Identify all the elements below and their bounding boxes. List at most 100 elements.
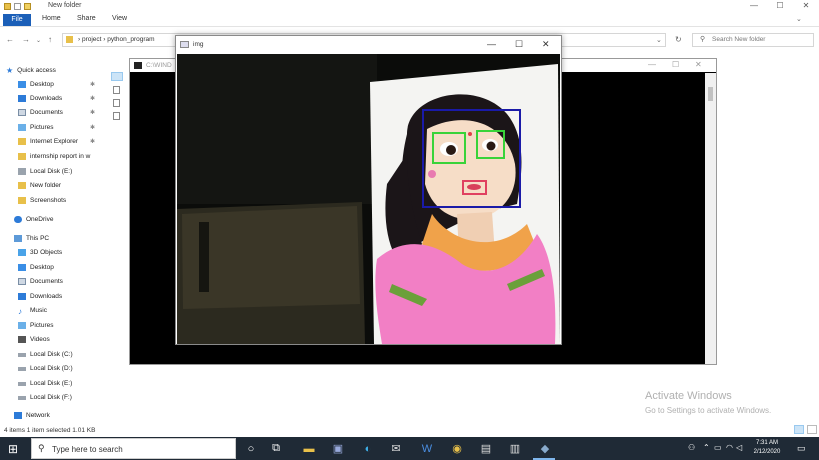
word-icon[interactable]: W xyxy=(418,440,436,457)
chevron-up-icon[interactable]: ⌃ xyxy=(703,443,710,452)
pictures-icon xyxy=(18,124,26,131)
search-icon: ⚲ xyxy=(700,36,706,43)
desktop-icon xyxy=(18,81,26,88)
cmd-maximize-button[interactable]: ☐ xyxy=(672,60,679,69)
nav-pc-local-disk-c[interactable]: Local Disk (C:) xyxy=(18,351,73,358)
address-dropdown-icon[interactable]: ⌄ xyxy=(656,36,662,44)
download-icon xyxy=(18,95,26,102)
nav-item-local-disk-e[interactable]: Local Disk (E:) xyxy=(18,168,72,175)
file-icon[interactable] xyxy=(113,99,120,107)
chevron-down-icon[interactable]: ⌄ xyxy=(796,15,802,23)
tab-file[interactable]: File xyxy=(3,14,31,26)
nav-pc-local-disk-d[interactable]: Local Disk (D:) xyxy=(18,365,73,372)
close-button[interactable]: ✕ xyxy=(793,0,819,12)
nav-pc-downloads[interactable]: Downloads xyxy=(18,293,62,300)
notification-icon[interactable]: ▭ xyxy=(797,443,806,454)
maximize-button[interactable]: ☐ xyxy=(767,0,793,12)
cube-icon xyxy=(18,249,26,256)
drive-icon xyxy=(18,395,26,400)
new-folder-icon[interactable] xyxy=(24,3,31,10)
properties-icon[interactable] xyxy=(14,3,21,10)
minimize-button[interactable]: — xyxy=(741,0,767,12)
tab-view[interactable]: View xyxy=(112,15,127,22)
volume-icon[interactable]: ◁ xyxy=(736,443,742,452)
img-title: img xyxy=(193,41,204,48)
settings-app-icon[interactable]: ▥ xyxy=(506,440,524,457)
forward-arrow-icon[interactable]: → xyxy=(22,35,30,44)
nav-pc-documents[interactable]: Documents xyxy=(18,278,63,285)
pictures-icon xyxy=(18,322,26,329)
pin-icon: ✱ xyxy=(90,125,96,131)
large-icons-view-icon[interactable] xyxy=(807,425,817,434)
nav-pc-music[interactable]: ♪ Music xyxy=(18,307,47,316)
up-arrow-icon[interactable]: ↑ xyxy=(48,35,52,44)
search-icon: ⚲ xyxy=(38,443,45,453)
chrome-icon[interactable]: ◉ xyxy=(448,440,466,457)
address-path[interactable]: › project › python_program xyxy=(78,36,155,43)
file-icon[interactable] xyxy=(113,86,120,94)
pin-icon: ✱ xyxy=(90,82,96,88)
store-icon[interactable]: ▣ xyxy=(329,440,347,457)
python-icon[interactable]: ◆ xyxy=(536,440,554,457)
file-item[interactable] xyxy=(111,72,123,81)
nav-item-desktop[interactable]: Desktop xyxy=(18,81,54,88)
nav-pc-desktop[interactable]: Desktop xyxy=(18,264,54,271)
tab-home[interactable]: Home xyxy=(42,15,61,22)
file-explorer-icon[interactable]: ▬ xyxy=(300,440,318,457)
nav-pc-local-disk-e[interactable]: Local Disk (E:) xyxy=(18,380,72,387)
nav-network[interactable]: Network xyxy=(14,412,50,419)
windows-start-icon[interactable]: ⊞ xyxy=(8,442,18,456)
img-close-button[interactable]: ✕ xyxy=(542,39,550,50)
nav-item-new-folder[interactable]: New folder xyxy=(18,182,61,189)
documents-icon xyxy=(18,278,26,285)
nav-this-pc[interactable]: This PC xyxy=(14,235,49,242)
nav-item-downloads[interactable]: Downloads xyxy=(18,95,62,102)
folder-icon xyxy=(18,182,26,189)
cmd-title: C:\WIND xyxy=(146,62,172,69)
clock-time[interactable]: 7:31 AM xyxy=(746,440,788,446)
search-placeholder: Search New folder xyxy=(712,36,766,43)
recent-chevron-icon[interactable]: ⌄ xyxy=(36,37,41,44)
edge-icon[interactable]: ◐ xyxy=(359,440,377,457)
img-minimize-button[interactable]: — xyxy=(487,39,496,49)
cmd-scrollbar[interactable] xyxy=(705,73,716,364)
nav-onedrive[interactable]: OneDrive xyxy=(14,216,53,223)
nav-pc-pictures[interactable]: Pictures xyxy=(18,322,53,329)
nav-pc-3d-objects[interactable]: 3D Objects xyxy=(18,249,62,256)
terminal-icon[interactable]: ▤ xyxy=(477,440,495,457)
cortana-icon[interactable]: ○ xyxy=(242,440,260,457)
folder-icon xyxy=(18,197,26,204)
back-arrow-icon[interactable]: ← xyxy=(6,35,14,44)
wifi-icon[interactable]: ◠ xyxy=(726,443,733,452)
battery-icon[interactable]: ▭ xyxy=(714,443,722,452)
folder-icon xyxy=(4,3,11,10)
nav-pc-videos[interactable]: Videos xyxy=(18,336,50,343)
img-maximize-button[interactable]: ☐ xyxy=(515,39,523,50)
nav-item-internet-explorer[interactable]: Internet Explorer xyxy=(18,138,78,145)
tab-share[interactable]: Share xyxy=(77,15,96,22)
pin-icon: ✱ xyxy=(90,139,96,145)
nav-item-documents[interactable]: Documents xyxy=(18,109,63,116)
quick-access-toolbar[interactable] xyxy=(4,2,44,11)
nav-quick-access[interactable]: ★ Quick access xyxy=(6,66,56,75)
refresh-icon[interactable]: ↻ xyxy=(675,35,682,44)
status-bar: 4 items 1 item selected 1.01 KB xyxy=(4,427,96,434)
details-view-icon[interactable] xyxy=(794,425,804,434)
task-view-icon[interactable]: ⧉ xyxy=(267,440,285,457)
nav-item-screenshots[interactable]: Screenshots xyxy=(18,197,66,204)
drive-icon xyxy=(18,381,26,386)
mail-icon[interactable]: ✉ xyxy=(387,440,405,457)
cmd-close-button[interactable]: ✕ xyxy=(695,60,702,69)
folder-icon xyxy=(18,138,26,145)
download-icon xyxy=(18,293,26,300)
scroll-thumb[interactable] xyxy=(708,87,713,101)
cmd-minimize-button[interactable]: — xyxy=(648,60,656,69)
file-icon[interactable] xyxy=(113,112,120,120)
clock-date[interactable]: 2/12/2020 xyxy=(746,449,788,455)
nav-pc-local-disk-f[interactable]: Local Disk (F:) xyxy=(18,394,72,401)
window-title: New folder xyxy=(48,2,82,9)
img-titlebar[interactable] xyxy=(176,36,561,53)
nav-item-internship-report[interactable]: internship report in w xyxy=(18,153,90,160)
people-icon[interactable]: ⚇ xyxy=(688,443,695,452)
nav-item-pictures[interactable]: Pictures xyxy=(18,124,53,131)
